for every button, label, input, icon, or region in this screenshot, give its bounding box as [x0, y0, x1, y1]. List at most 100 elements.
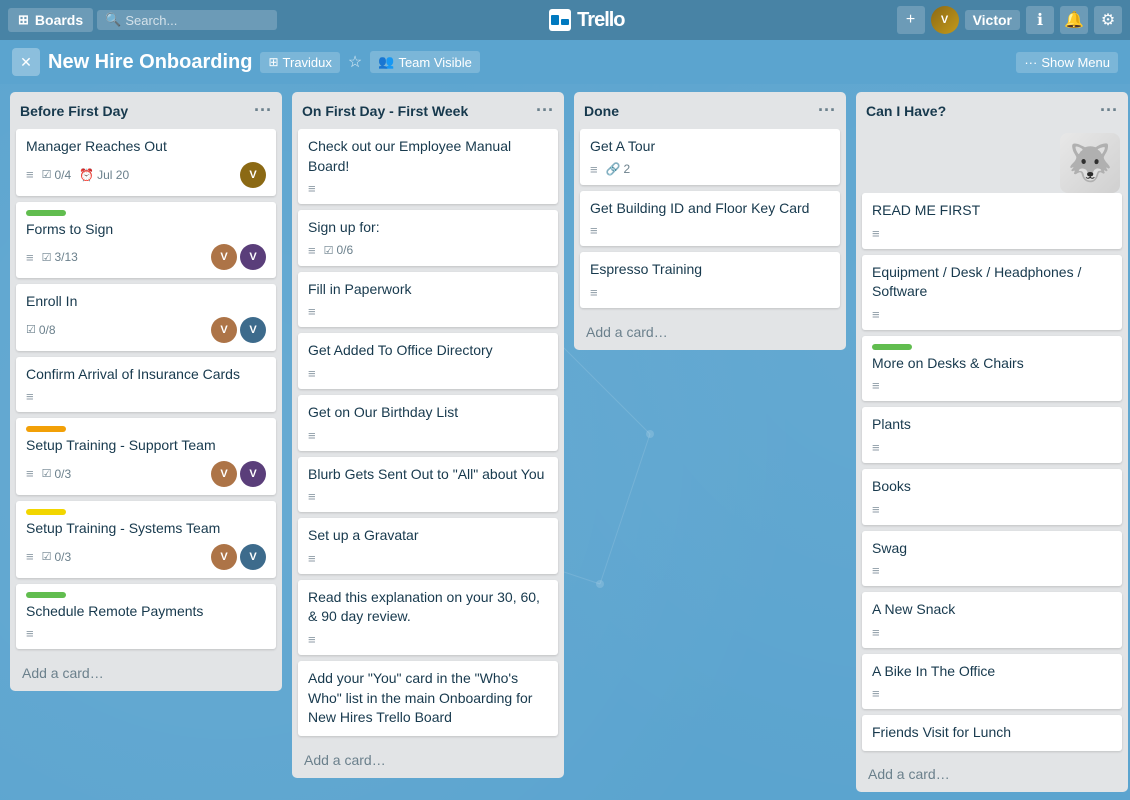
card[interactable]: Fill in Paperwork ≡	[298, 272, 558, 328]
add-card-button[interactable]: Add a card…	[580, 320, 840, 344]
card[interactable]: Blurb Gets Sent Out to "All" about You≡	[298, 457, 558, 513]
desc-icon: ≡	[308, 304, 316, 319]
column-menu-button[interactable]: ···	[254, 100, 272, 121]
card[interactable]: Friends Visit for Lunch	[862, 715, 1122, 751]
card[interactable]: READ ME FIRST≡	[862, 193, 1122, 249]
add-card-button[interactable]: Add a card…	[16, 661, 276, 685]
card[interactable]: Get Building ID and Floor Key Card≡	[580, 191, 840, 247]
column-menu-button[interactable]: ···	[536, 100, 554, 121]
card-meta: ≡ 🔗 2	[590, 162, 830, 177]
card[interactable]: Swag≡	[862, 531, 1122, 587]
card-desc-icon: ≡	[590, 162, 598, 177]
card[interactable]: Books≡	[862, 469, 1122, 525]
checklist-icon: ☑	[26, 323, 36, 336]
board-icon: ✕	[12, 48, 40, 76]
add-card-button[interactable]: Add a card…	[298, 748, 558, 772]
card-title: Confirm Arrival of Insurance Cards	[26, 365, 266, 385]
checklist-icon: ☑	[42, 168, 52, 181]
column-col2: On First Day - First Week ··· Check out ou…	[292, 92, 564, 778]
board-workspace-button[interactable]: ⊞ Travidux	[260, 52, 339, 73]
card-meta: ≡	[872, 563, 1112, 578]
desc-icon: ≡	[872, 686, 880, 701]
card-checklist: ☑ 0/3	[42, 467, 72, 481]
star-button[interactable]: ☆	[348, 52, 362, 72]
card[interactable]: More on Desks & Chairs≡	[862, 336, 1122, 402]
card-title: Espresso Training	[590, 260, 830, 280]
card-desc-icon: ≡	[308, 181, 316, 196]
settings-button[interactable]: ⚙	[1094, 6, 1122, 34]
column-menu-button[interactable]: ···	[818, 100, 836, 121]
card[interactable]: Set up a Gravatar≡	[298, 518, 558, 574]
visibility-icon: 👥	[378, 54, 394, 70]
card[interactable]: Get on Our Birthday List≡	[298, 395, 558, 451]
card[interactable]: Read this explanation on your 30, 60, & …	[298, 580, 558, 655]
card[interactable]: Sign up for:≡☑ 0/6	[298, 210, 558, 266]
card[interactable]: Schedule Remote Payments≡	[16, 584, 276, 650]
card[interactable]: Forms to Sign≡☑ 3/13VV	[16, 202, 276, 279]
card-title: READ ME FIRST	[872, 201, 1112, 221]
visibility-button[interactable]: 👥 Team Visible	[370, 51, 480, 73]
show-menu-button[interactable]: ··· Show Menu	[1016, 52, 1118, 73]
card-meta: ≡	[308, 366, 548, 381]
card[interactable]: Manager Reaches Out≡☑ 0/4⏰ Jul 20V	[16, 129, 276, 196]
card-label-bar	[872, 344, 912, 350]
card-avatar: V	[211, 244, 237, 270]
card-label-bar	[26, 426, 66, 432]
card-due-date: ⏰ Jul 20	[79, 168, 129, 182]
card-title: Read this explanation on your 30, 60, & …	[308, 588, 548, 627]
column-menu-button[interactable]: ···	[1100, 100, 1118, 121]
card[interactable]: Setup Training - Support Team≡☑ 0/3VV	[16, 418, 276, 495]
card-title: Fill in Paperwork	[308, 280, 548, 300]
card-meta: ≡	[872, 378, 1112, 393]
column-col3: Done···Get A Tour≡🔗 2Get Building ID and…	[574, 92, 846, 350]
card-desc-icon: ≡	[308, 489, 316, 504]
show-menu-label: Show Menu	[1041, 55, 1110, 70]
card-avatar: V	[240, 544, 266, 570]
card-desc-icon: ≡	[308, 428, 316, 443]
board-header: ✕ New Hire Onboarding ⊞ Travidux ☆ 👥 Tea…	[0, 40, 1130, 84]
user-avatar[interactable]: V	[931, 6, 959, 34]
add-button[interactable]: +	[897, 6, 925, 34]
card[interactable]: Get Added To Office Directory≡	[298, 333, 558, 389]
board-title: New Hire Onboarding	[48, 51, 252, 74]
card[interactable]: Plants≡	[862, 407, 1122, 463]
card[interactable]: Check out our Employee Manual Board!≡	[298, 129, 558, 204]
card-desc-icon: ≡	[590, 285, 598, 300]
card-meta: ≡	[26, 389, 266, 404]
card-checklist: ☑ 0/3	[42, 550, 72, 564]
card[interactable]: Setup Training - Systems Team≡☑ 0/3VV	[16, 501, 276, 578]
card-meta: ≡	[308, 428, 548, 443]
card[interactable]: A New Snack≡	[862, 592, 1122, 648]
checklist-icon: ☑	[42, 467, 52, 480]
card-desc-icon: ≡	[872, 502, 880, 517]
card-meta: ≡	[308, 551, 548, 566]
notifications-button[interactable]: 🔔	[1060, 6, 1088, 34]
search-input[interactable]	[125, 13, 265, 28]
card[interactable]: Add your "You" card in the "Who's Who" l…	[298, 661, 558, 736]
card-title: Get A Tour	[590, 137, 830, 157]
desc-icon: ≡	[308, 551, 316, 566]
boards-button[interactable]: ⊞ Boards	[8, 8, 93, 32]
card[interactable]: Enroll In☑ 0/8VV	[16, 284, 276, 351]
info-button[interactable]: ℹ	[1026, 6, 1054, 34]
card-links: 🔗 2	[606, 162, 631, 176]
card[interactable]: Get A Tour ≡ 🔗 2	[580, 129, 840, 185]
card-meta: ≡	[872, 625, 1112, 640]
card[interactable]: Confirm Arrival of Insurance Cards ≡	[16, 357, 276, 413]
column-title: On First Day - First Week	[302, 103, 468, 119]
card[interactable]: Equipment / Desk / Headphones / Software…	[862, 255, 1122, 330]
add-card-button[interactable]: Add a card…	[862, 762, 1122, 786]
desc-icon: ≡	[308, 489, 316, 504]
card-title: Sign up for:	[308, 218, 548, 238]
desc-icon: ≡	[872, 307, 880, 322]
card[interactable]: Espresso Training ≡	[580, 252, 840, 308]
user-menu-button[interactable]: Victor	[965, 10, 1020, 30]
card-checklist: ☑ 0/4	[42, 168, 72, 182]
card[interactable]: A Bike In The Office≡	[862, 654, 1122, 710]
card-desc-icon: ≡	[872, 625, 880, 640]
desc-icon: ≡	[308, 428, 316, 443]
card-title: Forms to Sign	[26, 220, 266, 240]
card-avatar: V	[211, 461, 237, 487]
card-avatars: VV	[211, 544, 266, 570]
card-desc-icon: ≡	[26, 466, 34, 481]
